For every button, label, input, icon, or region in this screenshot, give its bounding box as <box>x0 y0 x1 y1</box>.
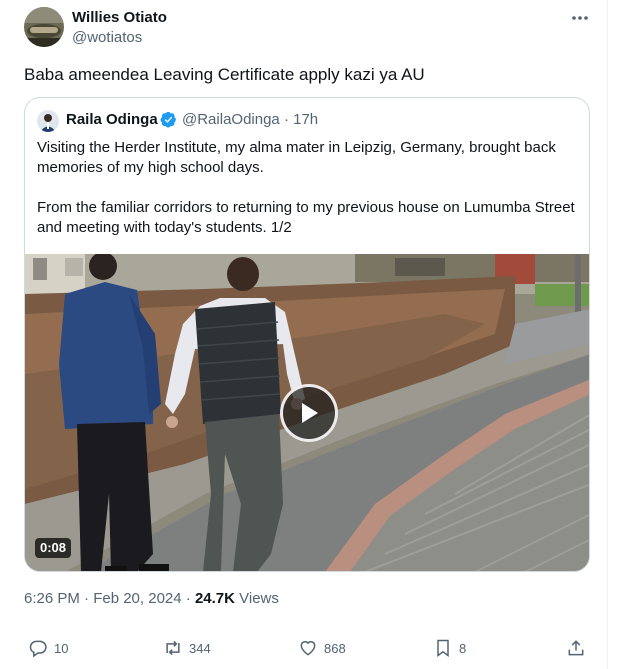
views-count: 24.7K <box>194 590 235 607</box>
share-button[interactable] <box>566 636 586 660</box>
tweet-meta: 6:26 PM · Feb 20, 2024 · 24.7K Views <box>24 589 279 609</box>
bookmark-count: 8 <box>459 640 467 656</box>
repost-button[interactable]: 344 <box>163 636 211 660</box>
reply-button[interactable]: 10 <box>28 636 68 660</box>
like-count: 868 <box>324 640 346 656</box>
repost-count: 344 <box>189 640 211 656</box>
quoted-author-name[interactable]: Raila Odinga <box>66 110 158 130</box>
views-label: Views <box>234 590 279 607</box>
verified-badge-icon <box>160 111 176 128</box>
like-button[interactable]: 868 <box>298 636 346 660</box>
quoted-paragraph-2: From the familiar corridors to returning… <box>37 199 575 236</box>
share-icon <box>568 640 584 656</box>
tweet-text: Baba ameendea Leaving Certificate apply … <box>24 65 425 84</box>
video-player[interactable]: 0:08 <box>25 254 589 571</box>
author-name[interactable]: Willies Otiato <box>72 8 167 28</box>
author-avatar[interactable] <box>24 7 64 47</box>
bookmark-icon <box>437 639 449 657</box>
play-button[interactable] <box>280 384 338 442</box>
bookmark-button[interactable]: 8 <box>433 636 466 660</box>
play-icon <box>302 403 318 423</box>
reply-count: 10 <box>54 640 69 656</box>
quoted-text: Visiting the Herder Institute, my alma m… <box>37 138 582 238</box>
more-icon <box>572 16 588 20</box>
author-handle[interactable]: @wotiatos <box>72 28 142 48</box>
quoted-paragraph-1: Visiting the Herder Institute, my alma m… <box>37 139 556 176</box>
tweet-time-date[interactable]: 6:26 PM · Feb 20, 2024 · <box>24 590 195 607</box>
more-button[interactable] <box>566 8 594 28</box>
tweet-detail: Willies Otiato @wotiatos Baba ameendea L… <box>0 0 608 669</box>
reply-icon <box>29 640 47 658</box>
quoted-handle-time[interactable]: @RailaOdinga · 17h <box>182 110 318 130</box>
like-icon <box>300 641 316 656</box>
repost-icon <box>166 640 180 656</box>
quoted-avatar[interactable] <box>37 110 59 132</box>
video-duration: 0:08 <box>35 538 72 558</box>
quoted-tweet[interactable]: Raila Odinga @RailaOdinga · 17h Visiting… <box>24 97 590 572</box>
action-bar: 10 344 868 8 <box>0 636 608 660</box>
